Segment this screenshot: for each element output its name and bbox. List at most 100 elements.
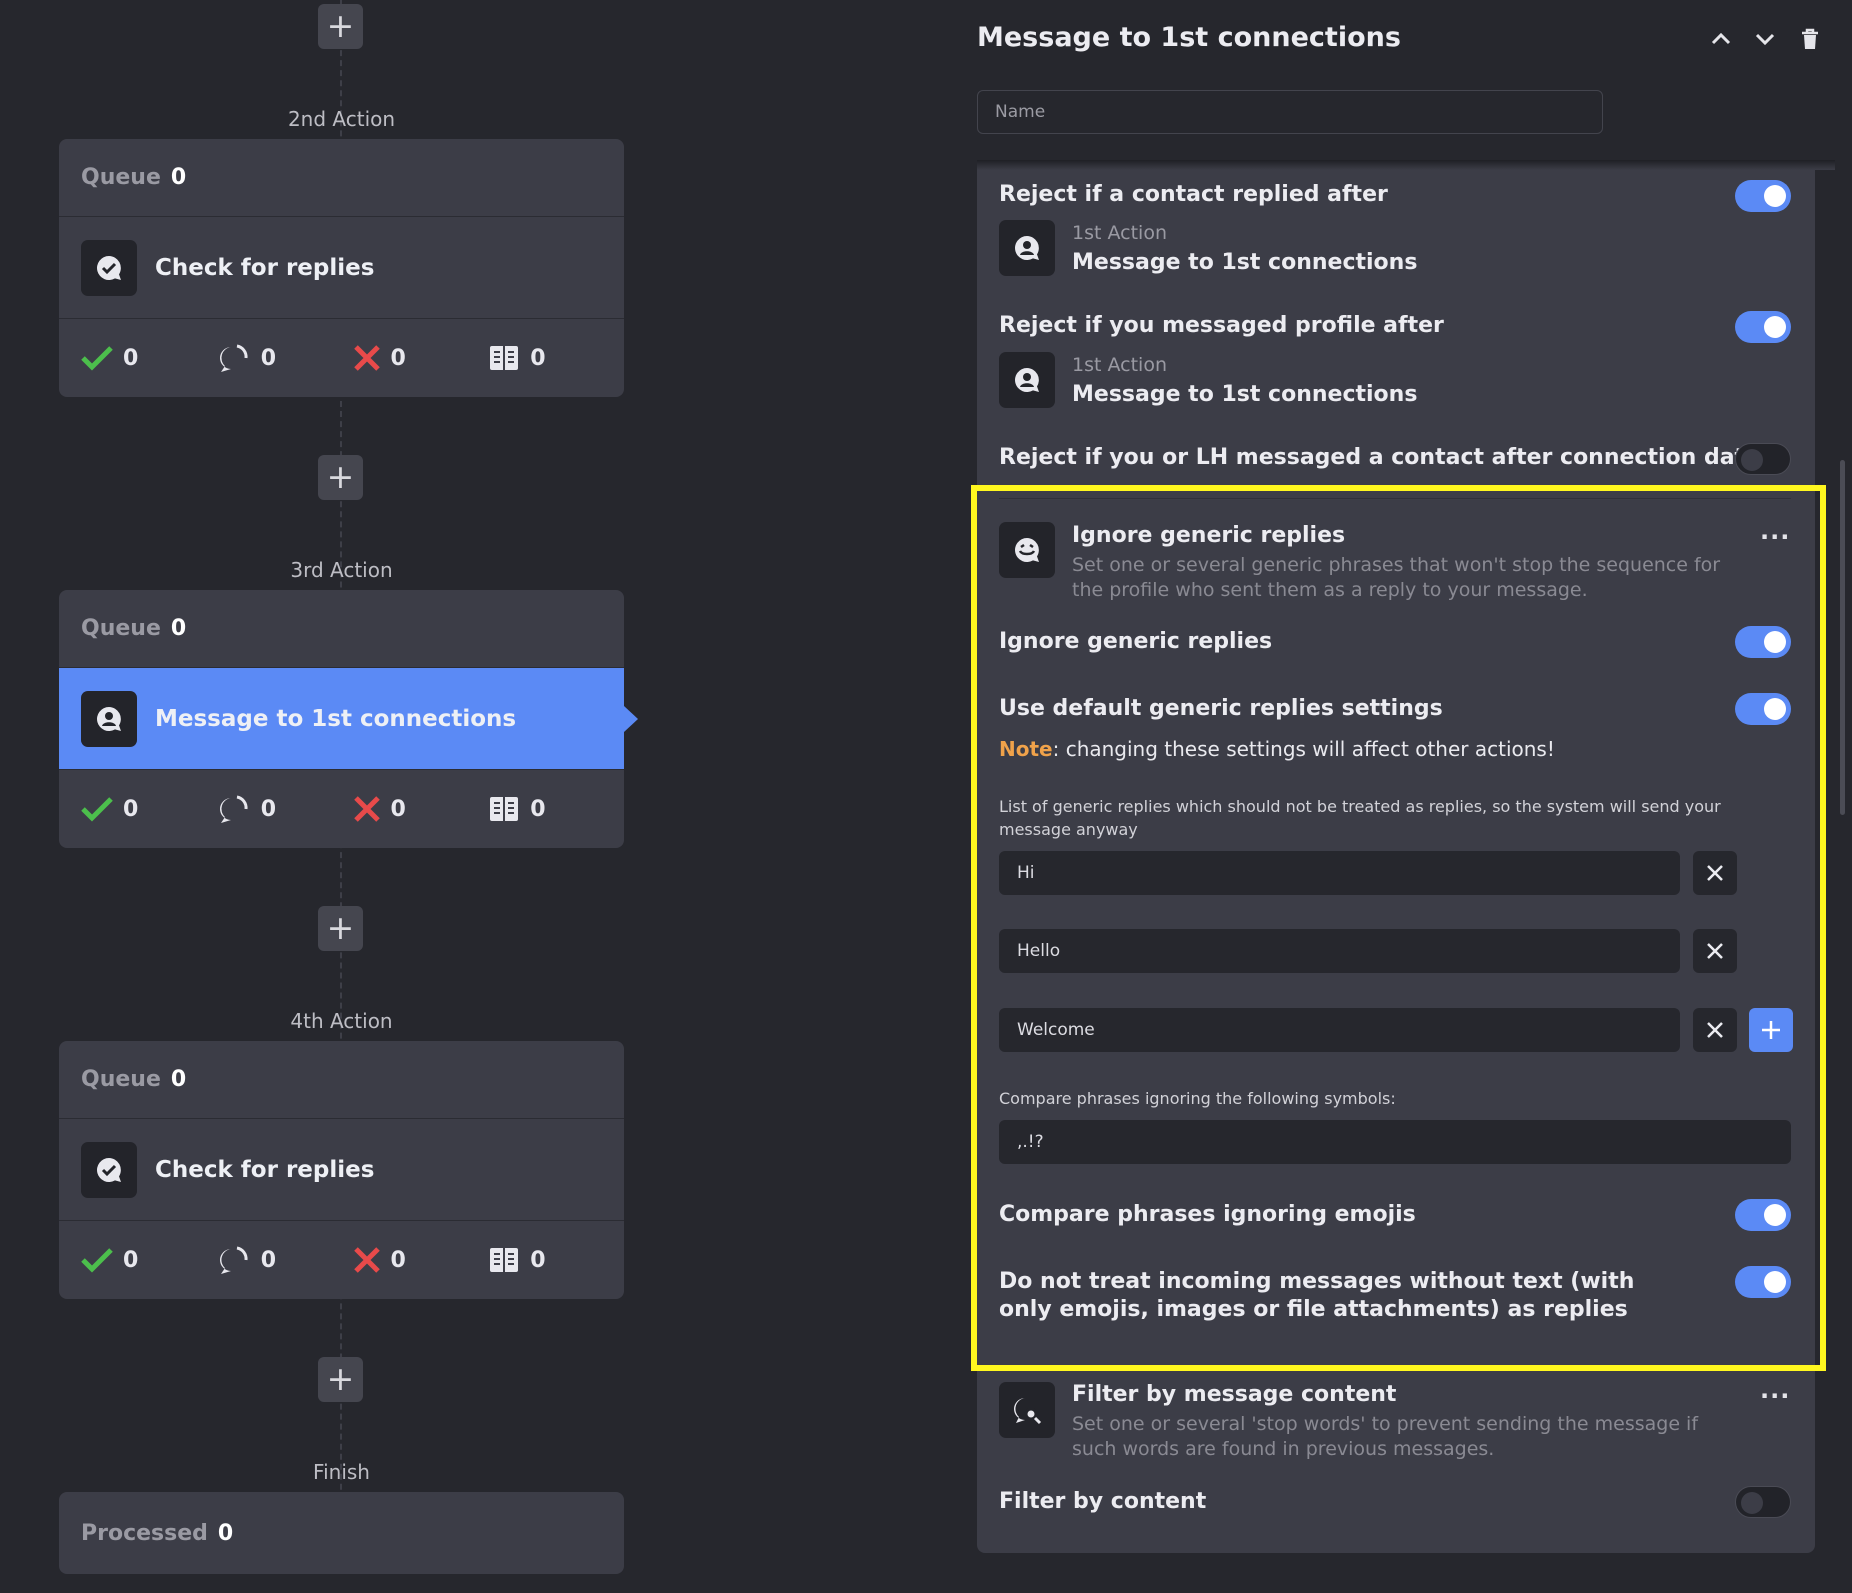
add-action-button[interactable]: + bbox=[318, 455, 363, 500]
stat-value: 0 bbox=[530, 796, 546, 822]
processed-count: 0 bbox=[217, 1520, 234, 1546]
add-action-button[interactable]: + bbox=[318, 4, 363, 49]
action-title: Check for replies bbox=[155, 1156, 375, 1183]
stat-replied: 0 bbox=[217, 343, 353, 373]
reject-messaged-toggle[interactable] bbox=[1735, 311, 1791, 343]
filter-content-toggle[interactable] bbox=[1735, 1486, 1791, 1518]
action-card[interactable]: Queue 0 Message to 1st connections 0 0 0 … bbox=[59, 590, 624, 848]
stat-value: 0 bbox=[530, 345, 546, 371]
more-options-icon[interactable]: ··· bbox=[1760, 1382, 1790, 1410]
stat-value: 0 bbox=[530, 1247, 546, 1273]
add-action-button[interactable]: + bbox=[318, 906, 363, 951]
reject-lh-title: Reject if you or LH messaged a contact a… bbox=[999, 445, 1760, 470]
chevron-up-icon[interactable] bbox=[1708, 26, 1734, 56]
finish-label: Finish bbox=[313, 1460, 370, 1484]
action-title: Message to 1st connections bbox=[155, 705, 517, 732]
workspace: { "sequence": { "actions": [ {"label": "… bbox=[0, 0, 1852, 1593]
queue-count: 0 bbox=[170, 165, 187, 190]
stat-value: 0 bbox=[123, 796, 139, 822]
stat-failed: 0 bbox=[353, 344, 489, 372]
queue-row: Queue 0 bbox=[59, 139, 624, 217]
stat-contacts: 0 bbox=[488, 343, 624, 373]
reject-messaged-title: Reject if you messaged profile after bbox=[999, 313, 1444, 338]
replied-bubble-icon bbox=[219, 1246, 248, 1274]
action-row[interactable]: Check for replies bbox=[59, 1119, 624, 1221]
success-check-icon bbox=[81, 797, 113, 822]
queue-label: Queue bbox=[81, 165, 161, 190]
stat-value: 0 bbox=[390, 1247, 406, 1273]
filter-section-description: Set one or several 'stop words' to preve… bbox=[1072, 1413, 1699, 1460]
stat-value: 0 bbox=[123, 1247, 139, 1273]
queue-row: Queue 0 bbox=[59, 1041, 624, 1119]
ref-action-title: Message to 1st connections bbox=[1072, 382, 1418, 407]
selected-pointer bbox=[624, 706, 638, 732]
stats-row: 0 0 0 0 bbox=[59, 1221, 624, 1299]
chevron-down-icon[interactable] bbox=[1752, 26, 1778, 56]
success-check-icon bbox=[81, 1248, 113, 1273]
failed-x-icon bbox=[353, 1247, 380, 1273]
stat-contacts: 0 bbox=[488, 794, 624, 824]
action-label: 3rd Action bbox=[290, 558, 393, 582]
stat-value: 0 bbox=[390, 345, 406, 371]
stat-contacts: 0 bbox=[488, 1245, 624, 1275]
stats-row: 0 0 0 0 bbox=[59, 319, 624, 397]
reject-replied-title: Reject if a contact replied after bbox=[999, 182, 1388, 207]
stat-replied: 0 bbox=[217, 1245, 353, 1275]
action-card[interactable]: Queue 0 Check for replies 0 0 0 0 bbox=[59, 139, 624, 397]
contacts-book-icon bbox=[490, 1248, 519, 1272]
contacts-book-icon bbox=[490, 346, 519, 370]
stat-value: 0 bbox=[260, 1247, 277, 1273]
stat-value: 0 bbox=[390, 796, 406, 822]
name-input[interactable]: Name bbox=[977, 90, 1603, 134]
ref-action-label: 1st Action bbox=[1072, 354, 1167, 376]
stat-success: 0 bbox=[81, 345, 217, 371]
contacts-book-icon bbox=[490, 797, 519, 821]
reject-lh-toggle[interactable] bbox=[1735, 443, 1791, 475]
queue-label: Queue bbox=[81, 616, 161, 641]
stat-failed: 0 bbox=[353, 1246, 489, 1274]
scroll-shadow bbox=[977, 160, 1835, 170]
reject-replied-toggle[interactable] bbox=[1735, 180, 1791, 212]
message-contact-icon bbox=[81, 690, 137, 747]
processed-row: Processed 0 bbox=[59, 1492, 624, 1574]
stat-replied: 0 bbox=[217, 794, 353, 824]
finish-card: Processed 0 bbox=[59, 1492, 624, 1574]
action-label: 2nd Action bbox=[287, 107, 396, 131]
queue-count: 0 bbox=[170, 616, 187, 641]
panel-title: Message to 1st connections bbox=[977, 22, 1401, 53]
ref-action-label: 1st Action bbox=[1072, 222, 1167, 244]
filter-section-title: Filter by message content bbox=[1072, 1382, 1397, 1407]
failed-x-icon bbox=[353, 345, 380, 371]
processed-label: Processed bbox=[81, 1520, 208, 1546]
stat-success: 0 bbox=[81, 1247, 217, 1273]
message-contact-icon bbox=[999, 220, 1055, 276]
queue-count: 0 bbox=[170, 1067, 187, 1092]
filter-search-icon bbox=[999, 1382, 1055, 1438]
stat-value: 0 bbox=[260, 345, 277, 371]
check-replies-icon bbox=[81, 239, 137, 296]
stat-success: 0 bbox=[81, 796, 217, 822]
queue-row: Queue 0 bbox=[59, 590, 624, 668]
message-contact-icon bbox=[999, 352, 1055, 408]
add-action-button[interactable]: + bbox=[318, 1357, 363, 1402]
action-row[interactable]: Check for replies bbox=[59, 217, 624, 319]
action-row-selected[interactable]: Message to 1st connections bbox=[59, 668, 624, 770]
replied-bubble-icon bbox=[219, 344, 248, 372]
action-label: 4th Action bbox=[290, 1009, 393, 1033]
stat-value: 0 bbox=[123, 345, 139, 371]
ref-action-title: Message to 1st connections bbox=[1072, 250, 1418, 275]
stat-failed: 0 bbox=[353, 795, 489, 823]
success-check-icon bbox=[81, 346, 113, 371]
queue-label: Queue bbox=[81, 1067, 161, 1092]
failed-x-icon bbox=[353, 796, 380, 822]
highlight-box bbox=[971, 485, 1826, 1371]
action-card[interactable]: Queue 0 Check for replies 0 0 0 0 bbox=[59, 1041, 624, 1299]
trash-icon[interactable] bbox=[1798, 26, 1822, 56]
check-replies-icon bbox=[81, 1141, 137, 1198]
action-title: Check for replies bbox=[155, 254, 375, 281]
filter-content-label: Filter by content bbox=[999, 1489, 1207, 1514]
stats-row: 0 0 0 0 bbox=[59, 770, 624, 848]
stat-value: 0 bbox=[260, 796, 277, 822]
scrollbar[interactable] bbox=[1840, 460, 1845, 815]
replied-bubble-icon bbox=[219, 795, 248, 823]
